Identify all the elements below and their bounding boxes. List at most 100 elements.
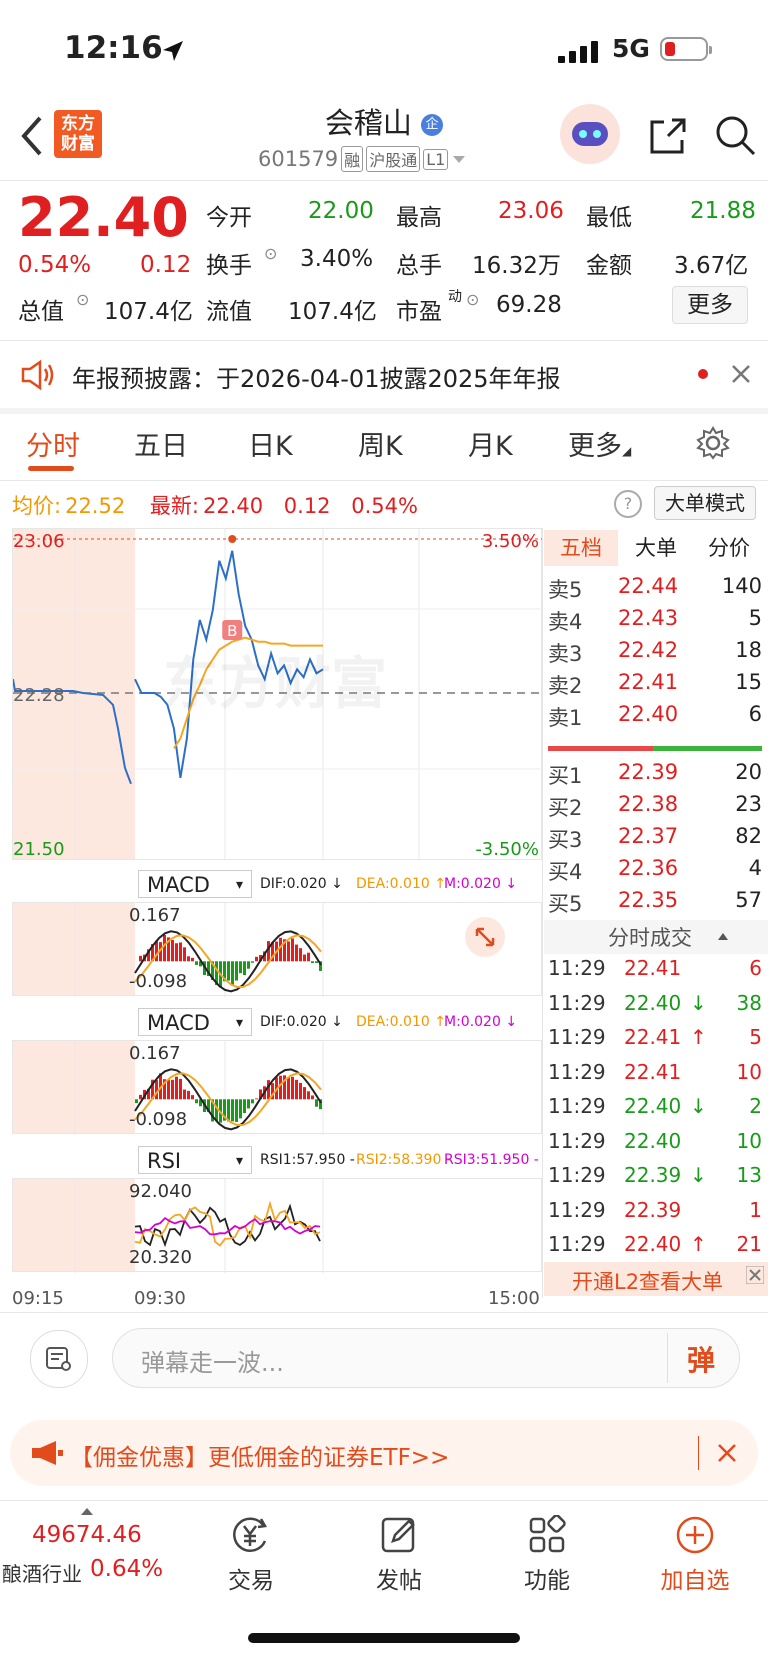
macd-histogram-bar xyxy=(191,958,194,961)
trade-volume: 38 xyxy=(737,991,762,1015)
info-dots-icon[interactable]: ⊙ xyxy=(76,290,89,309)
macd-histogram-bar xyxy=(175,1077,178,1100)
x-tick-start: 09:15 xyxy=(12,1288,64,1309)
danmaku-settings-button[interactable] xyxy=(30,1330,88,1388)
bid-row[interactable]: 买122.3920 xyxy=(548,760,762,790)
macd-histogram-bar xyxy=(195,1099,198,1103)
back-arrow-icon[interactable] xyxy=(18,114,46,158)
last-change: 0.12 xyxy=(284,494,331,518)
macd-histogram-bar xyxy=(307,1091,310,1099)
bid-volume: 57 xyxy=(735,888,762,912)
tab-more[interactable]: 更多◢ xyxy=(568,424,631,463)
ai-assistant-avatar[interactable] xyxy=(560,104,620,164)
indicator-selector[interactable]: RSI ▾ xyxy=(138,1146,252,1174)
macd-histogram-bar xyxy=(235,1099,238,1122)
macd-histogram-bar xyxy=(139,956,142,961)
bid-row[interactable]: 买522.3557 xyxy=(548,888,762,918)
tab-five-levels[interactable]: 五档 xyxy=(544,530,618,566)
open-label: 今开 xyxy=(206,198,252,232)
bid-row[interactable]: 买322.3782 xyxy=(548,824,762,854)
unread-dot xyxy=(698,369,708,379)
share-icon[interactable] xyxy=(648,116,688,156)
indicator-header: MACD ▾DIF:0.020 ↓DEA:0.010 ↑M:0.020 ↓ xyxy=(12,1004,542,1040)
last-label: 最新: xyxy=(150,494,199,518)
indicator-panel[interactable]: 92.04020.320 xyxy=(12,1178,542,1272)
macd-histogram-bar xyxy=(287,1077,290,1099)
tab-monthly-k[interactable]: 月K xyxy=(468,424,513,463)
indicator-panel[interactable]: 0.167-0.098 xyxy=(12,1040,542,1134)
stock-name-text: 会稽山 xyxy=(325,106,412,140)
index-value[interactable]: 49674.46 xyxy=(32,1522,142,1548)
indicator-selector[interactable]: MACD ▾ xyxy=(138,870,252,898)
macd-histogram-bar xyxy=(167,1080,170,1100)
ask-row[interactable]: 卖322.4218 xyxy=(548,638,762,668)
close-icon[interactable] xyxy=(746,1266,764,1284)
annual-report-notice[interactable]: 年报预披露：于2026-04-01披露2025年年报 xyxy=(0,343,768,407)
macd-histogram-bar xyxy=(179,942,182,961)
indicator-panel[interactable]: 0.167-0.098 xyxy=(12,902,542,996)
promo-banner[interactable]: 【佣金优惠】更低佣金的证券ETF>> xyxy=(10,1420,758,1486)
info-dots-icon[interactable]: ⊙ xyxy=(264,244,277,263)
stock-code: 601579 xyxy=(258,147,338,171)
bid-row[interactable]: 买222.3823 xyxy=(548,792,762,822)
macd-histogram-bar xyxy=(247,961,250,968)
mktcap-label: 总值 xyxy=(18,292,64,326)
danmaku-send-button[interactable]: 弹 xyxy=(687,1339,715,1379)
tab-5day[interactable]: 五日 xyxy=(134,424,188,463)
trades-header[interactable]: 分时成交 xyxy=(544,920,768,954)
nav-post[interactable]: 发帖 xyxy=(344,1515,454,1595)
trade-volume: 10 xyxy=(737,1129,762,1153)
price-chart[interactable]: B 23.06 22.28 21.50 3.50% -3.50% 东方财富 xyxy=(12,528,542,860)
trade-time: 11:29 xyxy=(548,1060,606,1084)
ask-row[interactable]: 卖522.44140 xyxy=(548,574,762,604)
bid-row[interactable]: 买422.364 xyxy=(548,856,762,886)
last-change-pct: 0.54% xyxy=(351,494,418,518)
danmaku-placeholder: 弹幕走一波... xyxy=(141,1343,284,1378)
x-tick-close: 15:00 xyxy=(488,1288,540,1309)
trade-arrow: ↑ xyxy=(690,1232,707,1256)
trade-row: 11:2922.39↓13 xyxy=(548,1163,762,1195)
indicator-selector[interactable]: MACD ▾ xyxy=(138,1008,252,1036)
big-order-mode-button[interactable]: 大单模式 xyxy=(654,486,756,520)
tab-big-orders[interactable]: 大单 xyxy=(624,530,688,566)
settings-gear-icon[interactable] xyxy=(696,426,730,460)
search-icon[interactable] xyxy=(714,114,758,158)
nav-functions[interactable]: 功能 xyxy=(492,1515,602,1595)
nav-trade[interactable]: 交易 xyxy=(196,1515,306,1595)
trade-price: 22.41 xyxy=(624,956,681,980)
macd-histogram-bar xyxy=(267,1080,270,1099)
l2-banner[interactable]: 开通L2查看大单 xyxy=(544,1262,768,1296)
promo-text: 【佣金优惠】更低佣金的证券ETF>> xyxy=(70,1438,449,1472)
macd-histogram-bar xyxy=(311,1095,314,1099)
ask-row[interactable]: 卖222.4115 xyxy=(548,670,762,700)
help-icon[interactable]: ? xyxy=(614,490,642,518)
trade-volume: 2 xyxy=(749,1094,762,1118)
ask-row[interactable]: 卖422.435 xyxy=(548,606,762,636)
ask-price: 22.41 xyxy=(618,670,678,694)
nav-add-watchlist[interactable]: 加自选 xyxy=(640,1515,750,1595)
high-marker xyxy=(228,535,236,543)
trade-arrow: ↓ xyxy=(690,1163,707,1187)
index-name[interactable]: 酿酒行业 xyxy=(2,1558,82,1587)
ask-row[interactable]: 卖122.406 xyxy=(548,702,762,732)
danmaku-input[interactable]: 弹幕走一波... 弹 xyxy=(112,1328,740,1388)
tab-weekly-k[interactable]: 周K xyxy=(358,424,403,463)
tab-daily-k[interactable]: 日K xyxy=(248,424,293,463)
trade-price: 22.39 xyxy=(624,1198,681,1222)
expand-button[interactable] xyxy=(465,917,505,957)
indicator-value-2: RSI2:58.390 - xyxy=(356,1152,451,1168)
tab-price-dist[interactable]: 分价 xyxy=(694,530,764,566)
more-button[interactable]: 更多 xyxy=(672,286,748,324)
close-icon[interactable] xyxy=(716,1442,738,1464)
tab-intraday[interactable]: 分时 xyxy=(26,424,80,463)
ask-volume: 6 xyxy=(749,702,762,726)
trades-title: 分时成交 xyxy=(608,922,692,952)
trade-row: 11:2922.391 xyxy=(548,1198,762,1230)
trade-time: 11:29 xyxy=(548,991,606,1015)
dropdown-triangle-icon[interactable] xyxy=(451,153,467,165)
indicator-value-2: DEA:0.010 ↑ xyxy=(356,1014,446,1030)
info-dots-icon[interactable]: ⊙ xyxy=(466,290,479,309)
close-icon[interactable] xyxy=(730,363,752,385)
macd-histogram-bar xyxy=(287,941,290,961)
macd-histogram-bar xyxy=(179,1079,182,1099)
